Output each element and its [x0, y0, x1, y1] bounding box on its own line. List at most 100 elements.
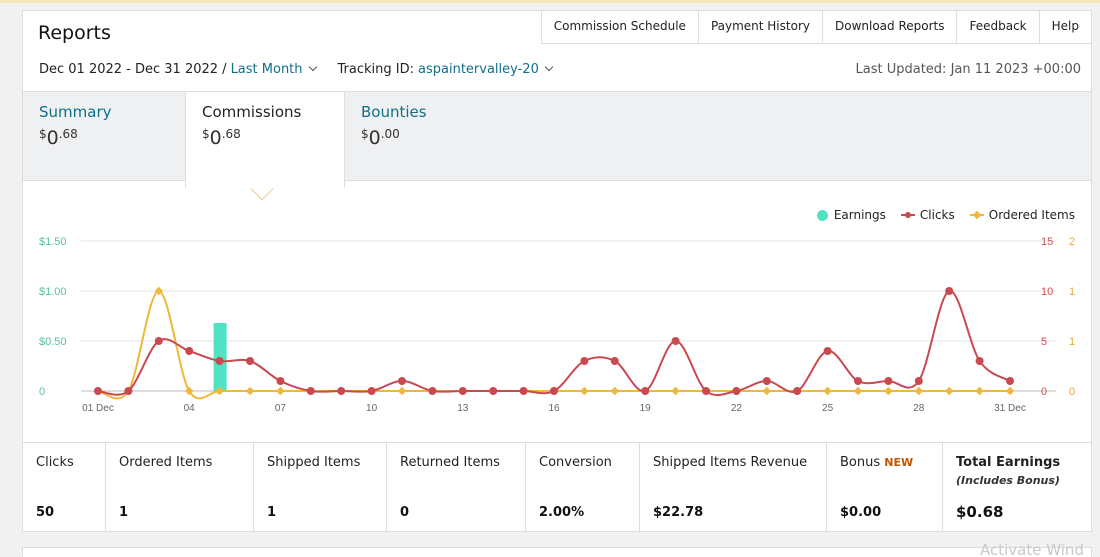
stat-total-label: Total Earnings — [956, 455, 1061, 470]
summary-tabs: Summary $0.68 Commissions $0.68 Bounties… — [23, 91, 1091, 188]
stat-shipped-value: 1 — [267, 505, 277, 520]
earnings-chart: $1.50 15 2$1.00 10 1$0.50 5 10 0 001 Dec 04 07 10 13… — [39, 236, 1075, 414]
clicks-point — [306, 387, 315, 395]
clicks-point — [550, 387, 558, 395]
clicks-point — [276, 377, 285, 385]
clicks-point — [124, 387, 133, 395]
top-nav: Commission Schedule Payment History Down… — [540, 10, 1092, 44]
clicks-point — [793, 387, 802, 395]
y-left-tick-label: $1.00 — [39, 286, 67, 298]
y-right-items-tick-label: 1 — [1069, 286, 1075, 298]
tab-summary-amount: $0.68 — [39, 127, 169, 149]
date-range: Dec 01 2022 - Dec 31 2022 / — [39, 62, 227, 77]
clicks-point — [337, 387, 346, 395]
page-title: Reports — [38, 22, 111, 44]
ordered-items-point — [397, 386, 407, 396]
clicks-point — [702, 387, 710, 395]
ordered-items-point — [276, 386, 285, 396]
stat-shipped-label: Shipped Items — [267, 455, 361, 470]
y-left-tick-label: $1.50 — [39, 236, 67, 248]
last-updated: Last Updated: Jan 11 2023 +00:00 — [855, 62, 1081, 77]
stat-ordered-items: Ordered Items 1 — [106, 443, 254, 532]
stat-conversion: Conversion 2.00% — [526, 443, 640, 532]
tab-commissions-label: Commissions — [202, 103, 302, 121]
y-right-items-tick-label: 1 — [1069, 336, 1075, 348]
clicks-point — [610, 357, 619, 365]
clicks-point — [823, 347, 832, 355]
feedback-button[interactable]: Feedback — [956, 11, 1039, 43]
amount-whole: 0 — [368, 127, 381, 149]
ordered-items-point — [610, 386, 620, 396]
help-button[interactable]: Help — [1038, 11, 1091, 43]
clicks-point — [185, 347, 194, 355]
x-tick-label: 28 — [913, 403, 925, 414]
amount-whole: 0 — [209, 127, 222, 149]
clicks-point — [367, 387, 376, 395]
stat-returned-value: 0 — [400, 505, 410, 520]
amount-cents: .68 — [221, 127, 241, 141]
chevron-down-icon — [544, 62, 554, 72]
ordered-items-point — [245, 386, 255, 396]
download-reports-button[interactable]: Download Reports — [821, 11, 957, 43]
payment-history-button[interactable]: Payment History — [697, 11, 822, 43]
stat-total-sub: (Includes Bonus) — [956, 474, 1060, 487]
tab-bounties[interactable]: Bounties $0.00 — [345, 92, 505, 182]
clicks-point — [671, 337, 680, 345]
report-filters: Dec 01 2022 - Dec 31 2022 / Last Month T… — [39, 62, 554, 77]
clicks-point — [914, 377, 923, 385]
stat-ordered-label: Ordered Items — [119, 455, 213, 470]
ordered-items-point — [975, 386, 984, 396]
top-highlight-line — [0, 0, 1100, 3]
amount-cents: .00 — [380, 127, 400, 141]
clicks-point — [94, 387, 102, 395]
clicks-point — [215, 357, 224, 365]
ordered-items-point — [823, 386, 832, 396]
tab-bounties-label: Bounties — [361, 103, 427, 121]
stat-total-earnings: Total Earnings (Includes Bonus) $0.68 — [943, 443, 1091, 532]
clicks-point — [1006, 377, 1014, 385]
stat-revenue-value: $22.78 — [653, 505, 704, 520]
earnings-bar — [213, 323, 227, 391]
currency-symbol: $ — [202, 127, 210, 141]
y-right-items-tick-label: 0 — [1069, 386, 1075, 398]
activate-windows-watermark: Activate Wind — [980, 541, 1084, 557]
clicks-point — [154, 337, 163, 345]
x-tick-label: 07 — [275, 403, 287, 414]
clicks-point — [458, 387, 467, 395]
new-badge: NEW — [884, 456, 914, 469]
x-tick-label: 31 Dec — [994, 403, 1026, 414]
y-right-items-tick-label: 2 — [1069, 236, 1075, 248]
stat-conversion-label: Conversion — [539, 455, 612, 470]
clicks-point — [398, 377, 406, 385]
tab-commissions[interactable]: Commissions $0.68 — [185, 92, 345, 188]
ordered-items-point — [884, 386, 893, 396]
y-left-tick-label: 0 — [39, 386, 45, 398]
reports-card: Reports Commission Schedule Payment Hist… — [22, 10, 1092, 532]
ordered-items-point — [853, 386, 863, 396]
clicks-point — [428, 387, 437, 395]
stat-bonus-label: Bonus NEW — [840, 455, 929, 470]
stat-shipped-revenue: Shipped Items Revenue $22.78 — [640, 443, 827, 532]
period-dropdown[interactable]: Last Month — [231, 62, 317, 77]
stat-clicks-label: Clicks — [36, 455, 74, 470]
commission-schedule-button[interactable]: Commission Schedule — [541, 11, 698, 43]
tracking-id-dropdown[interactable]: aspaintervalley-20 — [418, 62, 554, 77]
amount-cents: .68 — [58, 127, 78, 141]
y-right-clicks-tick-label: 5 — [1041, 336, 1047, 348]
next-card — [22, 547, 1092, 557]
x-tick-label: 19 — [640, 403, 652, 414]
tab-summary-label: Summary — [39, 103, 112, 121]
stat-total-value: $0.68 — [956, 503, 1004, 521]
clicks-point — [519, 387, 528, 395]
stat-revenue-label: Shipped Items Revenue — [653, 455, 808, 470]
stats-bar: Clicks 50 Ordered Items 1 Shipped Items … — [23, 442, 1091, 532]
ordered-items-point — [914, 386, 924, 396]
y-left-tick-label: $0.50 — [39, 336, 67, 348]
currency-symbol: $ — [361, 127, 369, 141]
stat-bonus: Bonus NEW $0.00 — [827, 443, 943, 532]
tab-summary[interactable]: Summary $0.68 — [23, 92, 185, 182]
ordered-items-point — [580, 386, 589, 396]
stat-shipped-items: Shipped Items 1 — [254, 443, 387, 532]
tab-bounties-amount: $0.00 — [361, 127, 489, 149]
x-tick-label: 13 — [457, 403, 469, 414]
